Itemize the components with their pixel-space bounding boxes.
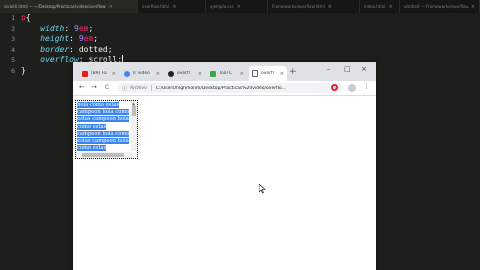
browser-tab-label: Ir video	[133, 71, 150, 76]
line-number: 6	[11, 66, 15, 75]
css-unit: em	[83, 34, 94, 43]
css-unit: em	[78, 23, 89, 33]
paragraph-text: hola como estas campeon hola como estas …	[77, 102, 130, 152]
editor-tab[interactable]: scrollX.html — ~/Desktop/Practicas/video…	[0, 0, 138, 13]
browser-tab-label: overfl	[177, 71, 190, 76]
editor-tab-label: Frameworks/overflow.html	[272, 4, 325, 9]
close-icon[interactable]: ×	[112, 71, 116, 77]
editor-tab-label: scrollX.html — ~/Desktop/Practicas/video…	[4, 4, 106, 9]
scrollbar-thumb[interactable]	[132, 106, 136, 116]
maximize-button[interactable]: □	[344, 65, 351, 73]
page-icon	[168, 70, 174, 77]
line-number: 2	[11, 24, 15, 33]
browser-tab-active[interactable]: overfl ×	[249, 66, 287, 81]
security-label: Archivo	[130, 85, 147, 91]
editor-tab[interactable]: index.html ×	[360, 0, 400, 13]
page-icon	[210, 70, 216, 77]
line-number: 5	[11, 56, 15, 64]
back-button[interactable]: ←	[79, 83, 85, 91]
browser-tab-bar: (89) Fa × Ir video × overfl × Tool C × o…	[73, 62, 376, 81]
close-icon[interactable]: ×	[172, 4, 176, 10]
editor-tab-strip: scrollX.html — ~/Desktop/Practicas/video…	[0, 0, 480, 13]
browser-tab-label: Tool C	[219, 71, 233, 76]
line-number: 1	[11, 14, 15, 22]
opera-extension-icon[interactable]	[331, 84, 338, 91]
code-line: 2 width: 9em;	[0, 24, 480, 35]
new-tab-button[interactable]: +	[289, 67, 297, 77]
selected-paragraph: hola como estas campeon hola como estas …	[77, 102, 131, 152]
close-icon[interactable]: ×	[156, 71, 160, 77]
file-icon	[252, 70, 258, 77]
line-number: 3	[11, 35, 15, 43]
editor-tab-label: overflow.html	[142, 4, 170, 9]
css-value: dotted	[78, 44, 108, 54]
editor-tab[interactable]: Frameworks/overflow.html ×	[268, 0, 360, 13]
close-icon[interactable]: ×	[109, 4, 113, 10]
browser-menu-button[interactable]: ⋮	[363, 82, 370, 90]
browser-tab[interactable]: overfl ×	[165, 66, 205, 81]
code-line: 4 border: dotted;	[0, 45, 480, 56]
scrollbar-thumb[interactable]	[82, 153, 124, 157]
css-property: height	[40, 34, 70, 43]
close-icon[interactable]: ×	[471, 4, 475, 10]
browser-tab-label: (89) Fa	[91, 71, 107, 76]
browser-tab[interactable]: Ir video ×	[121, 66, 163, 81]
forward-button[interactable]: →	[91, 83, 97, 91]
browser-window: (89) Fa × Ir video × overfl × Tool C × o…	[73, 62, 376, 270]
code-line: 1 p{	[0, 13, 480, 24]
vertical-scrollbar[interactable]: ▲	[131, 101, 137, 151]
youtube-icon	[82, 70, 88, 77]
close-icon[interactable]: ×	[237, 4, 241, 10]
minimize-button[interactable]: –	[327, 65, 331, 73]
browser-toolbar: ← → C ⓘ Archivo C:/Users/highmonm/Deskto…	[73, 81, 376, 96]
overflow-scroll-box[interactable]: hola como estas campeon hola como estas …	[75, 100, 138, 159]
browser-tab[interactable]: (89) Fa ×	[79, 66, 119, 81]
editor-tab-label: ejemplo.css	[210, 4, 234, 9]
close-icon[interactable]: ×	[198, 71, 202, 77]
line-number: 4	[11, 45, 15, 54]
close-icon[interactable]: ×	[328, 4, 332, 10]
url-text[interactable]: C:/Users/highmonm/Desktop/Practicas%20vi…	[156, 86, 286, 91]
reload-button[interactable]: C	[105, 84, 109, 91]
browser-tab[interactable]: Tool C ×	[207, 66, 247, 81]
editor-tab[interactable]: overflow.html ×	[138, 0, 206, 13]
open-brace: {	[25, 13, 31, 22]
horizontal-scrollbar[interactable]	[76, 152, 132, 158]
close-window-button[interactable]: ×	[361, 65, 367, 73]
divider	[150, 85, 152, 91]
mouse-cursor-icon	[258, 179, 266, 198]
browser-tab-label: overfl	[261, 71, 274, 76]
close-icon[interactable]: ×	[240, 71, 244, 77]
page-icon	[124, 70, 130, 77]
close-brace: }	[21, 65, 26, 75]
css-property: border	[40, 44, 70, 54]
close-icon[interactable]: ×	[280, 71, 284, 77]
code-line: 3 height: 9em;	[0, 34, 480, 45]
editor-tab[interactable]: untitled — Frameworks/overflow.html×	[400, 0, 480, 13]
editor-tab[interactable]: ejemplo.css ×	[206, 0, 268, 13]
editor-tab-label: index.html	[364, 4, 386, 9]
css-property: width	[40, 23, 65, 33]
info-icon[interactable]: ⓘ	[122, 85, 127, 92]
editor-tab-label: untitled — Frameworks/overflow.html	[404, 4, 468, 9]
avatar[interactable]	[348, 84, 356, 92]
address-bar[interactable]: ⓘ Archivo C:/Users/highmonm/Desktop/Prac…	[118, 83, 343, 93]
close-icon[interactable]: ×	[388, 4, 392, 10]
